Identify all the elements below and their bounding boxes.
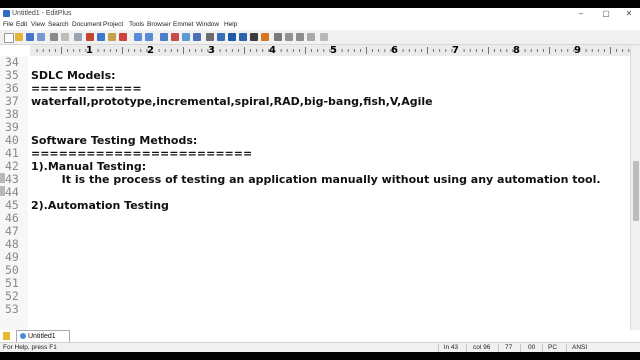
- word-wrap-icon[interactable]: [206, 33, 214, 41]
- status-encoding: ANSI: [572, 344, 588, 351]
- copy-icon[interactable]: [97, 33, 105, 41]
- ruler-number: 5: [330, 45, 337, 56]
- menu-bar: File Edit View Search Document Project T…: [0, 20, 640, 30]
- status-divider: [498, 344, 499, 352]
- fullscreen-icon[interactable]: [307, 33, 315, 41]
- minimize-button[interactable]: –: [570, 8, 592, 20]
- line-number-gutter[interactable]: 34 35 36 37 38 39 40 41 42 43 44 45 46 4…: [0, 56, 28, 330]
- goto-icon[interactable]: [193, 33, 201, 41]
- code-line: 1).Manual Testing:: [31, 160, 147, 173]
- status-divider: [466, 344, 467, 352]
- editplus-app-icon: [3, 10, 10, 17]
- check-icon[interactable]: [261, 33, 269, 41]
- ruler-number: 3: [208, 45, 215, 56]
- menu-file[interactable]: File: [3, 20, 13, 30]
- code-line: SDLC Models:: [31, 69, 116, 82]
- toolbar: [0, 30, 640, 45]
- editplus-window: Untitled1 - EditPlus – ▢ ✕ File Edit Vie…: [0, 8, 640, 352]
- code-line: 2).Automation Testing: [31, 199, 169, 212]
- new-file-icon[interactable]: [4, 33, 14, 43]
- ruler-number: 7: [452, 45, 459, 56]
- status-help-text: For Help, press F1: [3, 344, 57, 351]
- browser-icon[interactable]: [217, 33, 225, 41]
- save-all-icon[interactable]: [37, 33, 45, 41]
- folder-icon[interactable]: [3, 332, 10, 340]
- menu-help[interactable]: Help: [224, 20, 237, 30]
- code-line: ========================: [31, 147, 253, 160]
- menu-emmet[interactable]: Emmet: [173, 20, 194, 30]
- maximize-button[interactable]: ▢: [595, 8, 617, 20]
- spell-check-icon[interactable]: [74, 33, 82, 41]
- status-divider: [520, 344, 521, 352]
- status-hex: 00: [528, 344, 536, 351]
- ruler-icon[interactable]: [228, 33, 236, 41]
- ruler-number: 4: [269, 45, 276, 56]
- document-icon: [20, 333, 26, 339]
- window-title: Untitled1 - EditPlus: [12, 10, 72, 17]
- replace-icon[interactable]: [171, 33, 179, 41]
- document-tab-bar: Untitled1: [0, 330, 640, 343]
- ruler-number: 2: [147, 45, 154, 56]
- title-bar: Untitled1 - EditPlus – ▢ ✕: [0, 8, 640, 20]
- close-button[interactable]: ✕: [618, 8, 640, 20]
- menu-document[interactable]: Document: [72, 20, 102, 30]
- menu-search[interactable]: Search: [48, 20, 69, 30]
- status-divider: [542, 344, 543, 352]
- find-in-files-icon[interactable]: [182, 33, 190, 41]
- code-line: waterfall,prototype,incremental,spiral,R…: [31, 95, 433, 108]
- delete-icon[interactable]: [119, 33, 127, 41]
- paste-icon[interactable]: [108, 33, 116, 41]
- ruler-number: 9: [574, 45, 581, 56]
- text-editor[interactable]: SDLC Models: ============ waterfall,prot…: [30, 56, 630, 330]
- save-icon[interactable]: [26, 33, 34, 41]
- window-cascade-icon[interactable]: [285, 33, 293, 41]
- code-line: Software Testing Methods:: [31, 134, 198, 147]
- window-split-icon[interactable]: [296, 33, 304, 41]
- open-folder-icon[interactable]: [15, 33, 23, 41]
- cut-icon[interactable]: [86, 33, 94, 41]
- scrollbar-thumb[interactable]: [633, 161, 639, 221]
- undo-icon[interactable]: [134, 33, 142, 41]
- ruler-number: 6: [391, 45, 398, 56]
- code-line: It is the process of testing an applicat…: [31, 173, 601, 186]
- print-preview-icon[interactable]: [61, 33, 69, 41]
- ruler-number: 8: [513, 45, 520, 56]
- status-line-ending: PC: [548, 344, 558, 351]
- column-select-icon[interactable]: [250, 33, 258, 41]
- menu-browser[interactable]: Browser: [147, 20, 171, 30]
- menu-tools[interactable]: Tools: [129, 20, 144, 30]
- menu-window[interactable]: Window: [196, 20, 219, 30]
- find-icon[interactable]: [160, 33, 168, 41]
- status-line: ln 43: [444, 344, 459, 351]
- status-column: col 96: [473, 344, 491, 351]
- status-char-count: 77: [505, 344, 513, 351]
- code-line: ============: [31, 82, 142, 95]
- menu-project[interactable]: Project: [103, 20, 123, 30]
- status-divider: [566, 344, 567, 352]
- vertical-scrollbar[interactable]: [630, 45, 640, 330]
- settings-icon[interactable]: [320, 33, 328, 41]
- line-number: 53: [5, 302, 19, 316]
- redo-icon[interactable]: [145, 33, 153, 41]
- menu-edit[interactable]: Edit: [16, 20, 27, 30]
- status-divider: [438, 344, 439, 352]
- ruler-number: 1: [86, 45, 93, 56]
- window-tile-icon[interactable]: [274, 33, 282, 41]
- status-bar: For Help, press F1 ln 43 col 96 77 00 PC…: [0, 342, 640, 352]
- print-icon[interactable]: [50, 33, 58, 41]
- line-number-icon[interactable]: [239, 33, 247, 41]
- menu-view[interactable]: View: [31, 20, 45, 30]
